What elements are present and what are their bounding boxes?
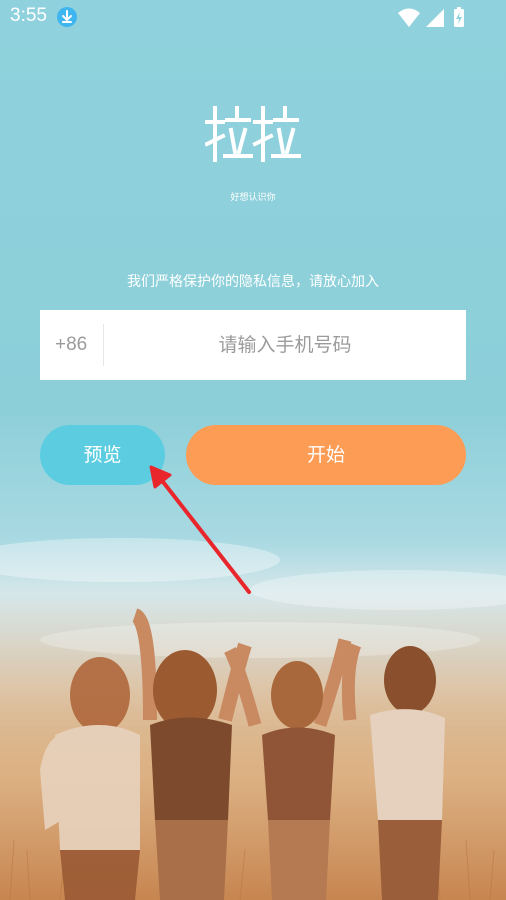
phone-input-box: +86 — [40, 310, 466, 380]
status-time: 3:55 — [10, 5, 47, 26]
login-screen: 3:55 好想认识你 我们严格保护你的隐私信息，请放心加入 +86 请输入手机号… — [0, 0, 506, 900]
logo-tagline: 好想认识你 — [230, 193, 276, 203]
wifi-icon — [398, 8, 420, 27]
logo-mark — [204, 106, 301, 162]
privacy-notice: 我们严格保护你的隐私信息，请放心加入 — [127, 274, 379, 290]
battery-charging-icon — [454, 7, 464, 27]
status-bar: 3:55 — [0, 0, 506, 34]
preview-button[interactable]: 预览 — [40, 425, 165, 485]
start-button[interactable]: 开始 — [186, 425, 466, 485]
app-logo — [204, 100, 301, 172]
phone-number-input[interactable] — [104, 310, 466, 380]
background-photo — [0, 538, 506, 900]
country-code[interactable]: +86 — [55, 334, 87, 356]
signal-icon — [426, 9, 444, 27]
system-status-icons — [398, 7, 464, 27]
download-icon — [57, 7, 77, 27]
